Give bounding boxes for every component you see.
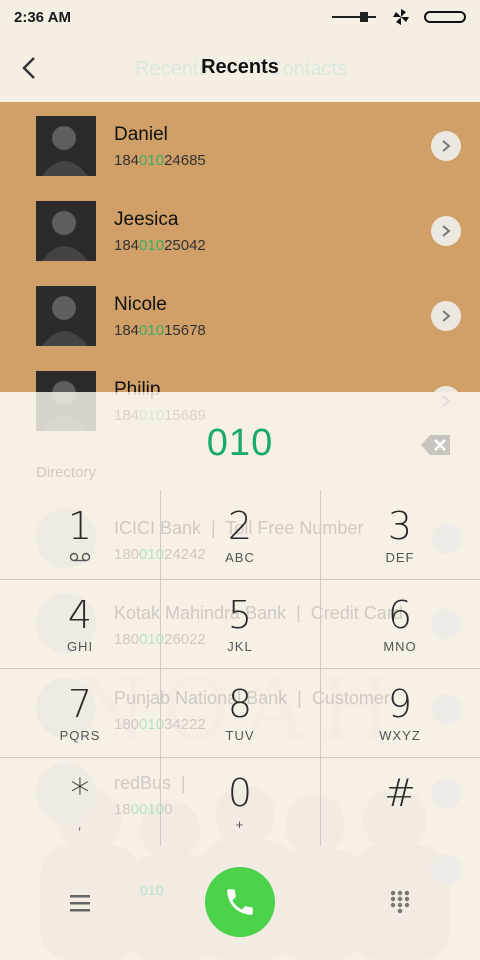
key-1[interactable]: 1 [0,490,160,579]
dialpad: 1 2 ABC 3 DEF 4 GHI 5 JKL 6 MNO 7 PQRS 8 [0,490,480,846]
contact-number: 18401025042 [114,237,206,254]
key-7[interactable]: 7 PQRS [0,668,160,757]
key-6[interactable]: 6 MNO [320,579,480,668]
dial-number-display[interactable]: 010 [0,422,480,465]
call-button[interactable] [205,867,275,937]
signal-slider-icon [332,12,376,22]
page-title: Recents [201,56,279,78]
chevron-right-icon [442,225,451,237]
dialpad-icon[interactable] [388,889,412,915]
key-0[interactable]: 0 + [160,757,320,846]
directory-header: Directory [36,464,97,481]
status-icons [332,8,468,26]
key-2[interactable]: 2 ABC [160,490,320,579]
pinwheel-icon [393,9,409,25]
dialer-bottom-bar: 010 [0,862,480,960]
contact-row[interactable]: Jeesica 18401025042 [0,187,480,272]
faded-number-hint: 010 [140,882,164,898]
key-8[interactable]: 8 TUV [160,668,320,757]
key-hash[interactable]: # [320,757,480,846]
status-time: 2:36 AM [14,8,71,26]
key-4[interactable]: 4 GHI [0,579,160,668]
contact-detail-button[interactable] [431,131,461,161]
key-5[interactable]: 5 JKL [160,579,320,668]
contact-list: Daniel 18401024685 Jeesica 18401025042 N… [0,102,480,431]
chevron-right-icon [442,310,451,322]
contact-name: Jeesica [114,209,179,230]
contact-detail-button[interactable] [431,301,461,331]
avatar [36,201,96,261]
contact-row[interactable]: Nicole 18401015678 [0,272,480,357]
contact-number: 18401024685 [114,152,206,169]
voicemail-icon [69,552,91,562]
header: Recents Contacts Recents [0,34,480,102]
chevron-right-icon [442,140,451,152]
status-bar: 2:36 AM [0,0,480,34]
backspace-icon[interactable] [420,434,452,456]
battery-icon [424,11,466,23]
phone-icon [227,889,253,915]
key-9[interactable]: 9 WXYZ [320,668,480,757]
menu-icon[interactable] [68,892,92,914]
contact-name: Daniel [114,124,168,145]
contact-row[interactable]: Daniel 18401024685 [0,102,480,187]
contact-detail-button[interactable] [431,216,461,246]
dialer-panel: 010 Directory ICICI Bank | Toll Free Num… [0,392,480,960]
avatar [36,286,96,346]
key-3[interactable]: 3 DEF [320,490,480,579]
key-star[interactable]: * , [0,757,160,846]
avatar [36,116,96,176]
contact-number: 18401015678 [114,322,206,339]
contact-name: Nicole [114,294,167,315]
